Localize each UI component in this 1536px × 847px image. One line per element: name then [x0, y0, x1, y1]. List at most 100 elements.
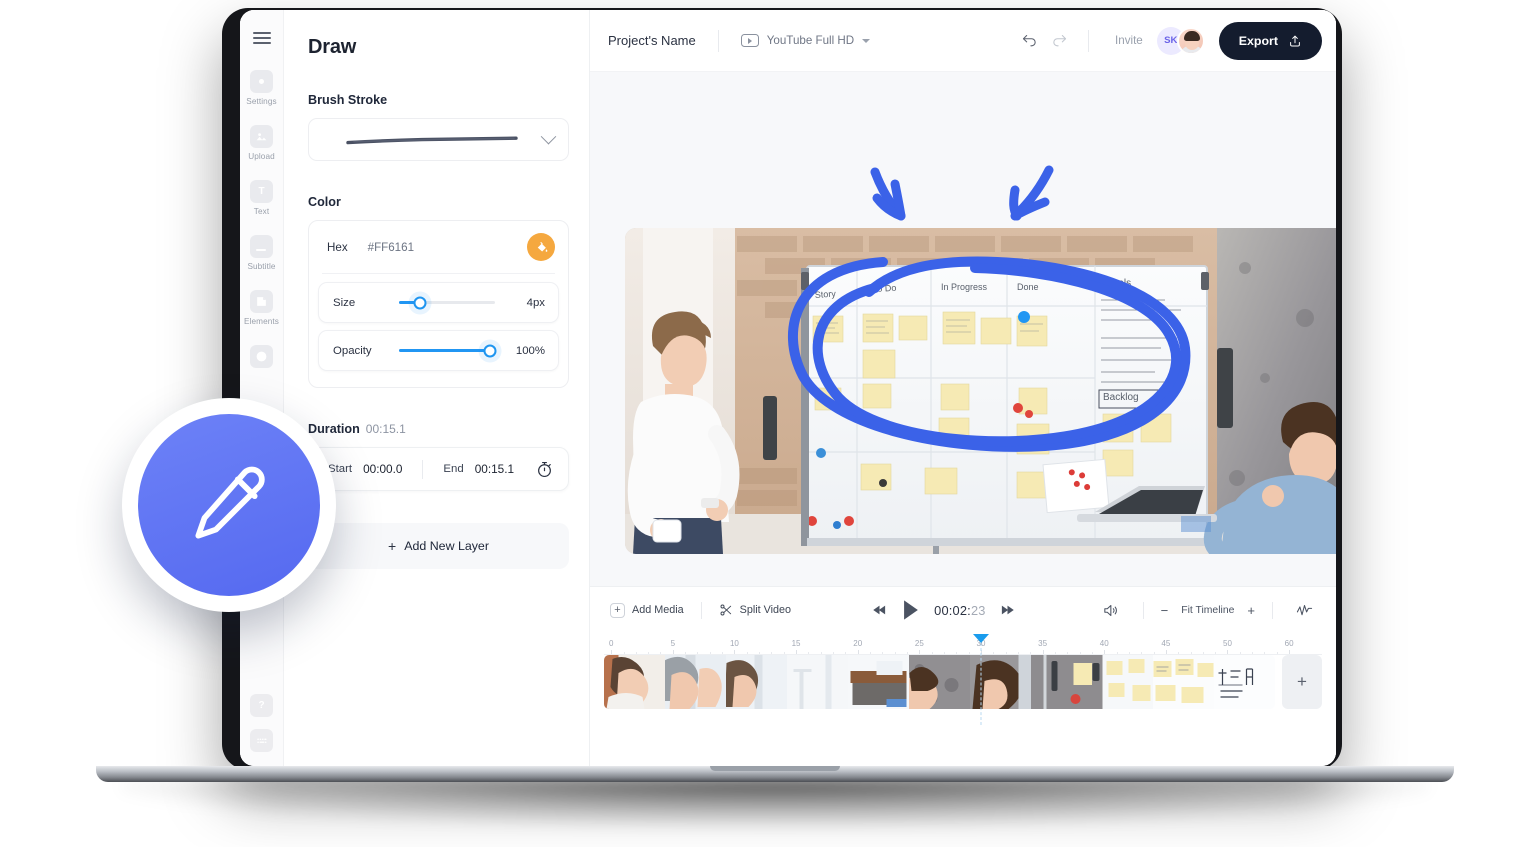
ruler-tick-label: 10: [729, 639, 739, 648]
divider: [717, 29, 719, 52]
volume-icon[interactable]: [1096, 595, 1126, 625]
hamburger-icon[interactable]: [252, 32, 271, 44]
waveform-icon[interactable]: [1290, 595, 1320, 625]
end-time-field[interactable]: End 00:15.1: [423, 462, 536, 476]
add-media-button[interactable]: + Add Media: [610, 602, 684, 618]
video-preview[interactable]: Story To Do In Progress Done Goals Backl…: [625, 228, 1336, 554]
play-icon[interactable]: [901, 599, 920, 621]
sidebar-item-text[interactable]: T Text: [250, 180, 273, 216]
thumbnail-item[interactable]: [726, 655, 787, 709]
timeline-right-controls: − Fit Timeline +: [1096, 595, 1320, 625]
ruler-tick-label: 50: [1223, 639, 1232, 648]
sidebar-item-elements[interactable]: Elements: [244, 290, 279, 326]
sidebar-item-label: Elements: [244, 317, 279, 326]
size-slider-thumb[interactable]: [413, 296, 427, 309]
timeline-strip: +: [590, 655, 1336, 766]
add-new-layer-button[interactable]: + Add New Layer: [308, 523, 569, 569]
rewind-icon[interactable]: [872, 604, 887, 616]
opacity-slider-thumb[interactable]: [483, 344, 497, 357]
divider: [700, 601, 702, 619]
video-frame-image: Story To Do In Progress Done Goals Backl…: [625, 228, 1336, 554]
chevron-down-icon: [540, 128, 557, 145]
pencil-badge-circle: [138, 414, 320, 596]
start-value: 00:00.0: [363, 462, 403, 476]
invite-button[interactable]: Invite: [1115, 34, 1143, 47]
thumbnail-item[interactable]: [1153, 655, 1214, 709]
thumbnail-item[interactable]: [787, 655, 848, 709]
duration-value: 00:15.1: [365, 422, 406, 436]
brush-stroke-select[interactable]: [308, 118, 569, 161]
avatar[interactable]: [1176, 26, 1205, 55]
project-name[interactable]: Project's Name: [608, 33, 696, 48]
ruler-tick-label: 60: [1284, 639, 1294, 648]
opacity-slider-row[interactable]: Opacity 100%: [318, 330, 559, 371]
size-value: 4px: [526, 296, 545, 309]
sidebar-item-label: Text: [253, 207, 270, 216]
sidebar-item-subtitle[interactable]: Subtitle: [247, 235, 275, 271]
sidebar-item-settings[interactable]: Settings: [246, 70, 277, 106]
laptop-base: [96, 766, 1454, 782]
add-new-layer-label: Add New Layer: [404, 539, 489, 553]
fit-timeline-label[interactable]: Fit Timeline: [1181, 605, 1234, 616]
rail-bottom-group: ?: [250, 694, 273, 766]
screenshot-stage: Settings Upload T Text Subtitle Elements…: [0, 0, 1536, 847]
keyboard-icon[interactable]: [250, 729, 273, 752]
split-video-button[interactable]: Split Video: [719, 603, 791, 617]
paint-bucket-icon[interactable]: [527, 233, 555, 261]
sidebar-item-label: Subtitle: [247, 262, 276, 271]
sidebar-item-upload[interactable]: Upload: [248, 125, 275, 161]
zoom-out-button[interactable]: −: [1161, 604, 1169, 617]
thumbnail-item[interactable]: [1031, 655, 1092, 709]
thumbnail-item[interactable]: [848, 655, 909, 709]
thumbnail-item[interactable]: [970, 655, 1031, 709]
undo-icon[interactable]: [1014, 26, 1044, 56]
svg-text:Backlog: Backlog: [1103, 392, 1139, 403]
thumbnail-item[interactable]: [1092, 655, 1153, 709]
export-button[interactable]: Export: [1218, 21, 1322, 60]
subtitle-icon: [249, 235, 273, 258]
thumbnail-item[interactable]: [604, 655, 665, 709]
timeline-ruler[interactable]: 0 5 10 15 20 25 30 35 40 45 50 60: [590, 633, 1336, 725]
elements-icon: [250, 290, 273, 313]
app-header: Project's Name YouTube Full HD Invite SK…: [590, 10, 1336, 72]
playhead-line: [980, 643, 982, 725]
divider: [322, 273, 555, 274]
duration-header: Duration 00:15.1: [308, 422, 569, 436]
opacity-slider-track[interactable]: [399, 344, 497, 357]
video-preview-wrap: Story To Do In Progress Done Goals Backl…: [625, 158, 1336, 554]
svg-text:To Do: To Do: [873, 283, 897, 294]
export-label: Export: [1238, 33, 1278, 48]
opacity-label: Opacity: [333, 344, 372, 357]
stopwatch-icon[interactable]: [535, 460, 554, 479]
end-label: End: [443, 463, 464, 475]
hex-value[interactable]: #FF6161: [368, 241, 414, 254]
youtube-icon: [740, 34, 759, 47]
redo-icon[interactable]: [1044, 26, 1074, 56]
fast-forward-icon[interactable]: [1000, 604, 1015, 616]
duration-label: Duration: [308, 422, 360, 436]
thumbnail-item[interactable]: [665, 655, 726, 709]
sidebar-item-extra[interactable]: [250, 345, 273, 368]
timeline-thumbnails[interactable]: [604, 655, 1275, 709]
zoom-in-button[interactable]: +: [1247, 604, 1255, 617]
preset-dropdown[interactable]: YouTube Full HD: [740, 34, 871, 47]
main-area: Project's Name YouTube Full HD Invite SK…: [590, 10, 1336, 766]
size-slider-track[interactable]: [399, 296, 495, 309]
thumbnail-item[interactable]: [909, 655, 970, 709]
add-media-label: Add Media: [632, 604, 684, 616]
end-value: 00:15.1: [474, 462, 515, 476]
help-icon[interactable]: ?: [250, 694, 273, 717]
size-slider-row[interactable]: Size 4px: [318, 282, 559, 323]
size-label: Size: [333, 296, 356, 309]
transport-controls: 00:02:23: [872, 599, 1014, 621]
current-time-frames: 23: [970, 602, 986, 618]
timeline-ruler-ticks: 0 5 10 15 20 25 30 35 40 45 50 60: [604, 633, 1322, 725]
timeline-strip-inner: +: [604, 655, 1322, 709]
playhead[interactable]: [972, 634, 989, 643]
add-clip-button[interactable]: +: [1282, 655, 1322, 709]
thumbnail-item[interactable]: [1214, 655, 1275, 709]
svg-text:Story: Story: [814, 289, 836, 300]
settings-icon: [249, 70, 273, 93]
divider: [1088, 29, 1090, 52]
divider: [1142, 601, 1144, 619]
